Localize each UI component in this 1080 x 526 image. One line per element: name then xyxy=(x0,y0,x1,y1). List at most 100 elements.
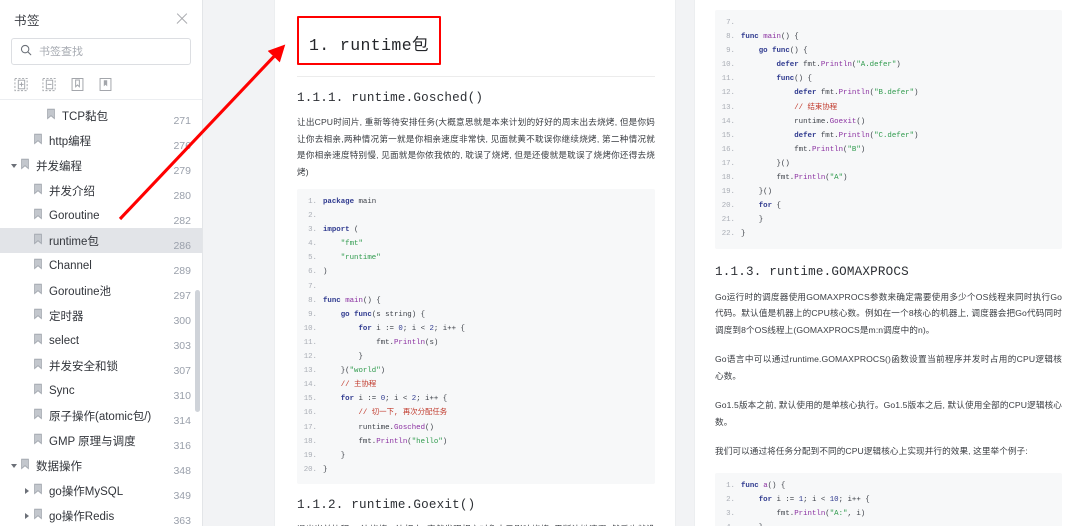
caret-placeholder xyxy=(21,385,32,396)
caret-placeholder xyxy=(21,435,32,446)
paragraph-gosched: 让出CPU时间片, 重新等待安排任务(大概意思就是本来计划的好好的周末出去烧烤,… xyxy=(297,117,655,177)
bookmark-item[interactable]: Goroutine池 297 xyxy=(0,278,202,303)
code-line-source: for i := 0; i < 2; i++ { xyxy=(358,324,465,333)
code-line-number: 17. xyxy=(721,159,735,168)
bookmark-item[interactable]: 数据操作 348 xyxy=(0,453,202,478)
code-line-number: 16. xyxy=(721,145,735,154)
bookmark-item[interactable]: Channel 289 xyxy=(0,253,202,278)
bookmark-item[interactable]: go操作MySQL 349 xyxy=(0,478,202,503)
caret-placeholder xyxy=(21,360,32,371)
bookmark-icon xyxy=(32,258,44,273)
search-box[interactable] xyxy=(11,38,191,65)
goto-bookmark-icon[interactable] xyxy=(70,77,85,92)
code-line-number: 22. xyxy=(721,230,735,239)
code-line-source: func main() { xyxy=(323,296,381,305)
code-line-number: 18. xyxy=(721,174,735,183)
bookmark-page-number: 348 xyxy=(173,465,191,477)
code-line-source: } xyxy=(741,216,764,225)
bookmark-icon[interactable] xyxy=(98,77,113,92)
code-line-source: package main xyxy=(323,198,377,206)
code-line-number: 16. xyxy=(303,409,317,418)
bookmark-item[interactable]: Goroutine 282 xyxy=(0,203,202,228)
code-line-number: 8. xyxy=(726,33,735,42)
add-bookmark-icon[interactable] xyxy=(14,77,29,92)
bookmark-item[interactable]: 并发介绍 280 xyxy=(0,178,202,203)
bookmark-item[interactable]: runtime包 286 xyxy=(0,228,202,253)
bookmark-item[interactable]: 并发安全和锁 307 xyxy=(0,353,202,378)
bookmark-item[interactable]: 定时器 300 xyxy=(0,303,202,328)
bookmark-item[interactable]: TCP黏包 271 xyxy=(0,103,202,128)
bookmark-item[interactable]: go操作Redis 363 xyxy=(0,503,202,526)
sidebar-scrollbar[interactable] xyxy=(195,290,200,412)
code-line: 16. // 切一下, 再次分配任务 xyxy=(297,406,655,420)
code-line: 18. fmt.Println("A") xyxy=(715,171,1062,185)
bookmark-tree[interactable]: TCP黏包 271 http编程 276 并发编程 279 并发介绍 280 Goroutine… xyxy=(0,100,202,526)
close-icon[interactable] xyxy=(174,11,190,27)
code-line-source: for i := 1; i < 10; i++ { xyxy=(758,495,870,504)
caret-placeholder xyxy=(21,310,32,321)
bookmark-page-number: 282 xyxy=(173,215,191,227)
code-line-number: 11. xyxy=(303,338,317,347)
title-divider xyxy=(297,76,655,77)
bookmark-icon xyxy=(45,108,57,123)
bookmark-item[interactable]: select 303 xyxy=(0,328,202,353)
remove-bookmark-icon[interactable] xyxy=(42,77,57,92)
code-line: 5. "runtime" xyxy=(297,251,655,265)
code-line-source: "runtime" xyxy=(340,254,381,263)
chevron-down-icon[interactable] xyxy=(8,160,19,171)
code-line: 1. package main xyxy=(297,195,655,209)
bookmark-item[interactable]: Sync 310 xyxy=(0,378,202,403)
code-line-source: go func() { xyxy=(758,47,808,56)
code-line: 19. } xyxy=(297,449,655,463)
paragraph-gomaxprocs-1: Go运行时的调度器使用GOMAXPROCS参数来确定需要使用多少个OS线程来同时… xyxy=(715,291,1062,335)
search-input[interactable] xyxy=(39,45,182,58)
code-line-number: 19. xyxy=(303,451,317,460)
code-line-number: 17. xyxy=(303,423,317,432)
code-line-source: defer fmt.Println("B.defer") xyxy=(794,89,919,98)
code-line-source: for { xyxy=(758,202,781,211)
document-page-right: 7. 8. func main() {9. go func() {10. defe… xyxy=(695,0,1080,526)
code-line-source: }() xyxy=(741,159,790,168)
caret-placeholder xyxy=(21,135,32,146)
code-line-number: 3. xyxy=(726,509,735,518)
code-line-number: 4. xyxy=(715,521,741,526)
code-line-number: 4. xyxy=(308,240,317,249)
code-line-source: // 结束协程 xyxy=(794,103,838,112)
chevron-right-icon[interactable] xyxy=(21,510,32,521)
code-line-number: 3. xyxy=(308,226,317,235)
bookmark-icon xyxy=(19,458,31,473)
caret-placeholder xyxy=(21,285,32,296)
sidebar-title: 书签 xyxy=(14,13,41,28)
code-line: 17. }() xyxy=(715,157,1062,171)
code-line-number: 11. xyxy=(721,75,735,84)
bookmark-item-label: Goroutine池 xyxy=(49,285,112,298)
code-line: 22.} xyxy=(715,227,1062,241)
bookmark-item[interactable]: 原子操作(atomic包/) 314 xyxy=(0,403,202,428)
code-line: 3. fmt.Println("A:", i) xyxy=(715,507,1062,521)
code-block-gosched: 1. package main 2. 3. import (4. "fmt" 5. "r… xyxy=(297,189,655,484)
caret-placeholder xyxy=(21,235,32,246)
bookmark-page-number: 279 xyxy=(173,165,191,177)
code-line-source xyxy=(741,16,1062,30)
paragraph-gomaxprocs-2: Go语言中可以通过runtime.GOMAXPROCS()函数设置当前程序并发时… xyxy=(715,354,1062,381)
code-line-number: 15. xyxy=(721,131,735,140)
code-line-number: 1. xyxy=(726,481,735,490)
bookmark-item[interactable]: http编程 276 xyxy=(0,128,202,153)
code-line-number: 13. xyxy=(303,367,317,376)
bookmark-item-label: 并发介绍 xyxy=(49,185,95,198)
code-line: 10. for i := 0; i < 2; i++ { xyxy=(297,322,655,336)
bookmark-icon xyxy=(32,333,44,348)
code-line: 4. } xyxy=(715,521,1062,526)
bookmark-item[interactable]: 并发编程 279 xyxy=(0,153,202,178)
chevron-down-icon[interactable] xyxy=(8,460,19,471)
bookmark-page-number: 316 xyxy=(173,440,191,452)
code-line-number: 12. xyxy=(721,89,735,98)
paragraph-gomaxprocs-3: Go1.5版本之前, 默认使用的是单核心执行。Go1.5版本之后, 默认使用全部… xyxy=(715,400,1062,427)
code-line-number: 2. xyxy=(308,212,317,221)
chevron-right-icon[interactable] xyxy=(21,485,32,496)
code-line: 17. runtime.Gosched() xyxy=(297,421,655,435)
code-line-source: for i := 0; i < 2; i++ { xyxy=(340,395,448,404)
code-line-source: } xyxy=(741,521,1062,526)
code-line: 8. func main() { xyxy=(715,30,1062,44)
bookmark-item[interactable]: GMP 原理与调度 316 xyxy=(0,428,202,453)
